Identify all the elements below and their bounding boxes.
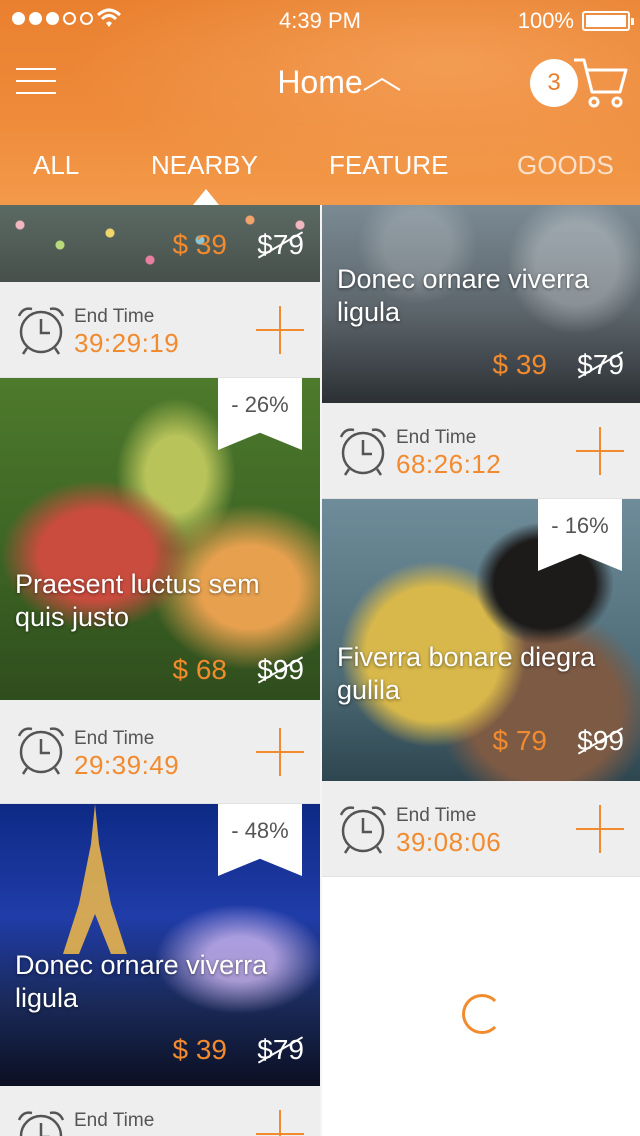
- product-title: Donec ornare viverra ligula: [15, 950, 268, 1013]
- price: $ 39: [172, 1034, 228, 1065]
- product-image[interactable]: $ 39 $79: [0, 205, 320, 282]
- tab-goods[interactable]: GOODS: [517, 150, 614, 181]
- product-image[interactable]: - 16% Fiverra bonare diegra gulila $ 79 …: [322, 499, 640, 781]
- tab-nearby[interactable]: NEARBY: [151, 150, 258, 181]
- tab-bar: ALL NEARBY FEATURE GOODS: [0, 150, 640, 190]
- battery-percent: 100%: [517, 8, 574, 33]
- card-footer: End Time 39:29:19: [0, 282, 320, 378]
- product-title: Praesent luctus sem quis justo: [15, 569, 260, 632]
- old-price: $79: [257, 229, 304, 260]
- price: $ 39: [492, 349, 548, 380]
- loading-area: [322, 877, 640, 1136]
- old-price: $99: [257, 654, 304, 685]
- product-title: Donec ornare viverra ligula: [337, 264, 590, 327]
- old-price: $79: [257, 1034, 304, 1065]
- alarm-clock-icon: [339, 806, 387, 854]
- shopping-cart-icon[interactable]: [572, 56, 628, 110]
- old-price: $79: [577, 349, 624, 380]
- active-tab-indicator: [193, 189, 219, 205]
- add-button[interactable]: [256, 306, 304, 354]
- tab-feature[interactable]: FEATURE: [329, 150, 448, 181]
- battery-icon: [582, 11, 634, 31]
- alarm-clock-icon: [339, 428, 387, 476]
- cart-count-badge[interactable]: 3: [530, 59, 578, 107]
- alarm-clock-icon: [17, 727, 65, 775]
- end-time-countdown: 39:29:19: [74, 328, 180, 358]
- product-image[interactable]: Donec ornare viverra ligula $ 39 $79: [322, 205, 640, 403]
- end-time-label: End Time: [74, 1110, 155, 1131]
- end-time-label: End Time: [74, 728, 155, 749]
- product-image[interactable]: - 48% Donec ornare viverra ligula $ 39 $…: [0, 804, 320, 1086]
- alarm-clock-icon: [17, 307, 65, 355]
- card-footer: End Time 68:26:12: [322, 403, 640, 499]
- discount-badge: - 26%: [218, 378, 302, 450]
- price: $ 79: [492, 725, 548, 756]
- right-column: Donec ornare viverra ligula $ 39 $79 End…: [322, 205, 640, 1136]
- end-time-countdown: 29:39:49: [74, 750, 180, 780]
- alarm-clock-icon: [17, 1111, 65, 1136]
- chevron-up-icon[interactable]: [362, 76, 402, 92]
- end-time-label: End Time: [396, 427, 477, 448]
- card-footer: End Time 29:39:49: [0, 700, 320, 804]
- add-button[interactable]: [256, 728, 304, 776]
- end-time-label: End Time: [396, 805, 477, 826]
- discount-badge: - 16%: [538, 499, 622, 571]
- card-footer: End Time: [0, 1086, 320, 1136]
- add-button[interactable]: [576, 805, 624, 853]
- end-time-countdown: 68:26:12: [396, 449, 502, 479]
- add-button[interactable]: [576, 427, 624, 475]
- left-column: $ 39 $79 End Time 39:29:19 - 26% Praesen…: [0, 205, 320, 1136]
- tab-all[interactable]: ALL: [33, 150, 79, 181]
- end-time-label: End Time: [74, 306, 155, 327]
- product-image[interactable]: - 26% Praesent luctus sem quis justo $ 6…: [0, 378, 320, 700]
- price: $ 39: [172, 229, 228, 260]
- old-price: $99: [577, 725, 624, 756]
- product-title: Fiverra bonare diegra gulila: [337, 642, 596, 705]
- status-bar: 4:39 PM 100%: [0, 0, 640, 40]
- discount-badge: - 48%: [218, 804, 302, 876]
- loading-spinner-icon: [462, 994, 502, 1034]
- eiffel-tower-illustration: [63, 804, 127, 954]
- card-footer: End Time 39:08:06: [322, 781, 640, 877]
- header: 4:39 PM 100% Home 3 ALL NEARBY FEATURE G…: [0, 0, 640, 205]
- end-time-countdown: 39:08:06: [396, 827, 502, 857]
- add-button[interactable]: [256, 1110, 304, 1136]
- price: $ 68: [172, 654, 228, 685]
